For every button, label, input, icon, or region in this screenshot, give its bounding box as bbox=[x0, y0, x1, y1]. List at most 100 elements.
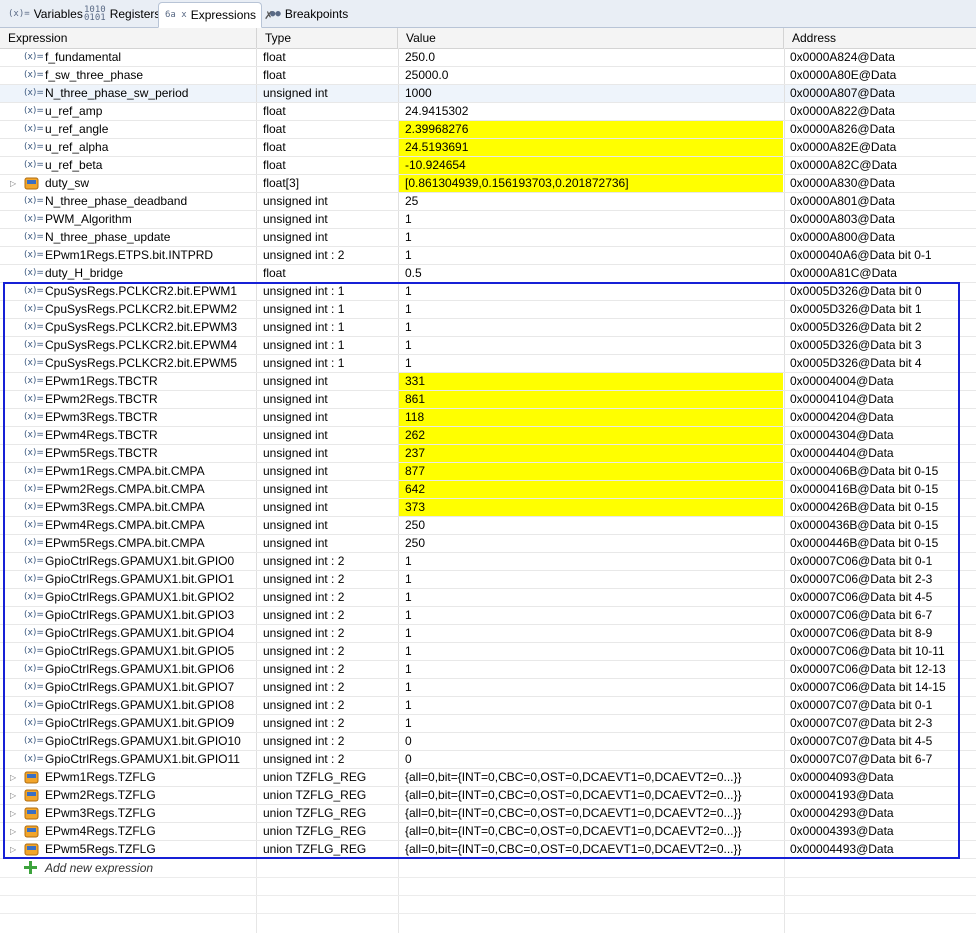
expression-cell[interactable]: (x)= EPwm1Regs.ETPS.bit.INTPRD bbox=[0, 247, 256, 264]
value-cell[interactable]: {all=0,bit={INT=0,CBC=0,OST=0,DCAEVT1=0,… bbox=[398, 769, 784, 786]
table-row[interactable]: (x)= GpioCtrlRegs.GPAMUX1.bit.GPIO6 unsign… bbox=[0, 661, 976, 679]
expression-cell[interactable]: (x)= GpioCtrlRegs.GPAMUX1.bit.GPIO0 bbox=[0, 553, 256, 570]
expand-arrow-icon[interactable]: ▷ bbox=[10, 823, 16, 840]
expression-cell[interactable]: ▷ EPwm5Regs.TZFLG bbox=[0, 841, 256, 858]
expression-cell[interactable]: (x)= u_ref_amp bbox=[0, 103, 256, 120]
expression-cell[interactable]: (x)= GpioCtrlRegs.GPAMUX1.bit.GPIO7 bbox=[0, 679, 256, 696]
column-header-address[interactable]: Address bbox=[784, 28, 976, 48]
expression-cell[interactable]: (x)= CpuSysRegs.PCLKCR2.bit.EPWM1 bbox=[0, 283, 256, 300]
value-cell[interactable]: 0 bbox=[398, 733, 784, 750]
value-cell[interactable]: 1 bbox=[398, 679, 784, 696]
table-row[interactable]: (x)= CpuSysRegs.PCLKCR2.bit.EPWM5 unsigned… bbox=[0, 355, 976, 373]
value-cell[interactable]: 1 bbox=[398, 697, 784, 714]
expression-cell[interactable]: (x)= EPwm4Regs.TBCTR bbox=[0, 427, 256, 444]
value-cell-changed[interactable]: 2.39968276 bbox=[398, 121, 784, 138]
table-row[interactable]: (x)= GpioCtrlRegs.GPAMUX1.bit.GPIO10 unsig… bbox=[0, 733, 976, 751]
expression-cell[interactable]: (x)= CpuSysRegs.PCLKCR2.bit.EPWM4 bbox=[0, 337, 256, 354]
tab-breakpoints[interactable]: ●● Breakpoints bbox=[264, 2, 356, 26]
value-cell[interactable]: 0.5 bbox=[398, 265, 784, 282]
value-cell-changed[interactable]: [0.861304939,0.156193703,0.201872736] bbox=[398, 175, 784, 192]
expression-cell[interactable]: (x)= EPwm1Regs.CMPA.bit.CMPA bbox=[0, 463, 256, 480]
table-row[interactable]: (x)= PWM_Algorithm unsigned int 1 0x0000A803… bbox=[0, 211, 976, 229]
column-header-type[interactable]: Type bbox=[257, 28, 398, 48]
table-row[interactable]: (x)= EPwm3Regs.CMPA.bit.CMPA unsigned int 3… bbox=[0, 499, 976, 517]
value-cell[interactable]: 250.0 bbox=[398, 49, 784, 66]
table-row[interactable]: (x)= EPwm1Regs.CMPA.bit.CMPA unsigned int 8… bbox=[0, 463, 976, 481]
value-cell[interactable]: 1 bbox=[398, 337, 784, 354]
value-cell-changed[interactable]: 262 bbox=[398, 427, 784, 444]
expression-cell[interactable]: (x)= EPwm4Regs.CMPA.bit.CMPA bbox=[0, 517, 256, 534]
value-cell-changed[interactable]: 331 bbox=[398, 373, 784, 390]
value-cell[interactable]: 1 bbox=[398, 715, 784, 732]
table-row[interactable]: (x)= CpuSysRegs.PCLKCR2.bit.EPWM1 unsigned… bbox=[0, 283, 976, 301]
table-row[interactable]: ▷ EPwm3Regs.TZFLG union TZFLG_REG {all=0,bi… bbox=[0, 805, 976, 823]
table-row[interactable]: (x)= N_three_phase_update unsigned int 1 0x0… bbox=[0, 229, 976, 247]
expression-cell[interactable]: (x)= N_three_phase_update bbox=[0, 229, 256, 246]
table-row[interactable]: (x)= GpioCtrlRegs.GPAMUX1.bit.GPIO7 unsign… bbox=[0, 679, 976, 697]
value-cell[interactable]: {all=0,bit={INT=0,CBC=0,OST=0,DCAEVT1=0,… bbox=[398, 805, 784, 822]
expression-cell[interactable]: (x)= u_ref_angle bbox=[0, 121, 256, 138]
expression-cell[interactable]: (x)= GpioCtrlRegs.GPAMUX1.bit.GPIO11 bbox=[0, 751, 256, 768]
expression-cell[interactable]: (x)= GpioCtrlRegs.GPAMUX1.bit.GPIO2 bbox=[0, 589, 256, 606]
value-cell[interactable]: 1 bbox=[398, 589, 784, 606]
table-row[interactable]: ▷ EPwm2Regs.TZFLG union TZFLG_REG {all=0,bi… bbox=[0, 787, 976, 805]
value-cell[interactable]: {all=0,bit={INT=0,CBC=0,OST=0,DCAEVT1=0,… bbox=[398, 841, 784, 858]
table-row[interactable]: (x)= u_ref_beta float -10.924654 0x0000A82C@… bbox=[0, 157, 976, 175]
table-row[interactable]: (x)= GpioCtrlRegs.GPAMUX1.bit.GPIO2 unsign… bbox=[0, 589, 976, 607]
table-row[interactable]: (x)= GpioCtrlRegs.GPAMUX1.bit.GPIO0 unsign… bbox=[0, 553, 976, 571]
expression-cell[interactable]: (x)= GpioCtrlRegs.GPAMUX1.bit.GPIO9 bbox=[0, 715, 256, 732]
value-cell[interactable]: 1 bbox=[398, 355, 784, 372]
table-row[interactable]: (x)= N_three_phase_sw_period unsigned int 1… bbox=[0, 85, 976, 103]
value-cell-changed[interactable]: 118 bbox=[398, 409, 784, 426]
table-row[interactable]: ▷ duty_sw float[3] [0.861304939,0.156193703… bbox=[0, 175, 976, 193]
table-row[interactable]: (x)= EPwm1Regs.ETPS.bit.INTPRD unsigned in… bbox=[0, 247, 976, 265]
expression-cell[interactable]: (x)= u_ref_beta bbox=[0, 157, 256, 174]
expression-cell[interactable]: (x)= N_three_phase_sw_period bbox=[0, 85, 256, 102]
value-cell[interactable]: 1 bbox=[398, 301, 784, 318]
expression-cell[interactable]: (x)= EPwm1Regs.TBCTR bbox=[0, 373, 256, 390]
table-row[interactable]: (x)= GpioCtrlRegs.GPAMUX1.bit.GPIO4 unsign… bbox=[0, 625, 976, 643]
expand-arrow-icon[interactable]: ▷ bbox=[10, 805, 16, 822]
value-cell[interactable]: 1 bbox=[398, 643, 784, 660]
table-row[interactable]: (x)= EPwm2Regs.CMPA.bit.CMPA unsigned int 6… bbox=[0, 481, 976, 499]
expression-cell[interactable]: (x)= f_sw_three_phase bbox=[0, 67, 256, 84]
value-cell[interactable]: 1 bbox=[398, 625, 784, 642]
value-cell[interactable]: 25000.0 bbox=[398, 67, 784, 84]
value-cell-changed[interactable]: 642 bbox=[398, 481, 784, 498]
value-cell[interactable]: 1 bbox=[398, 319, 784, 336]
value-cell-changed[interactable]: 861 bbox=[398, 391, 784, 408]
value-cell[interactable]: 1 bbox=[398, 553, 784, 570]
expression-cell[interactable]: (x)= CpuSysRegs.PCLKCR2.bit.EPWM2 bbox=[0, 301, 256, 318]
table-row[interactable]: ▷ EPwm5Regs.TZFLG union TZFLG_REG {all=0,bi… bbox=[0, 841, 976, 859]
expand-arrow-icon[interactable]: ▷ bbox=[10, 841, 16, 858]
value-cell-changed[interactable]: 237 bbox=[398, 445, 784, 462]
table-row[interactable]: (x)= EPwm1Regs.TBCTR unsigned int 331 0x0000… bbox=[0, 373, 976, 391]
tab-expressions[interactable]: 6a x Expressions ✗ bbox=[158, 2, 273, 28]
value-cell[interactable]: 25 bbox=[398, 193, 784, 210]
expression-cell[interactable]: ▷ EPwm1Regs.TZFLG bbox=[0, 769, 256, 786]
expression-cell[interactable]: ▷ duty_sw bbox=[0, 175, 256, 192]
table-row[interactable]: ▷ EPwm4Regs.TZFLG union TZFLG_REG {all=0,bi… bbox=[0, 823, 976, 841]
tab-variables[interactable]: (x)= Variables bbox=[2, 2, 83, 26]
table-row[interactable]: (x)= f_fundamental float 250.0 0x0000A824@Da… bbox=[0, 49, 976, 67]
table-row[interactable]: (x)= EPwm4Regs.CMPA.bit.CMPA unsigned int 2… bbox=[0, 517, 976, 535]
expression-cell[interactable]: (x)= GpioCtrlRegs.GPAMUX1.bit.GPIO1 bbox=[0, 571, 256, 588]
table-row[interactable]: (x)= CpuSysRegs.PCLKCR2.bit.EPWM3 unsigned… bbox=[0, 319, 976, 337]
table-row[interactable]: (x)= GpioCtrlRegs.GPAMUX1.bit.GPIO1 unsign… bbox=[0, 571, 976, 589]
expression-cell[interactable]: (x)= GpioCtrlRegs.GPAMUX1.bit.GPIO4 bbox=[0, 625, 256, 642]
table-row[interactable]: (x)= duty_H_bridge float 0.5 0x0000A81C@Data bbox=[0, 265, 976, 283]
value-cell[interactable]: 1 bbox=[398, 661, 784, 678]
table-row[interactable]: (x)= GpioCtrlRegs.GPAMUX1.bit.GPIO3 unsign… bbox=[0, 607, 976, 625]
value-cell[interactable]: 250 bbox=[398, 517, 784, 534]
value-cell[interactable]: 1 bbox=[398, 607, 784, 624]
expression-cell[interactable]: (x)= CpuSysRegs.PCLKCR2.bit.EPWM5 bbox=[0, 355, 256, 372]
table-row[interactable]: (x)= u_ref_amp float 24.9415302 0x0000A822@D… bbox=[0, 103, 976, 121]
expression-cell[interactable]: (x)= EPwm2Regs.CMPA.bit.CMPA bbox=[0, 481, 256, 498]
expression-cell[interactable]: (x)= u_ref_alpha bbox=[0, 139, 256, 156]
table-row[interactable]: (x)= EPwm3Regs.TBCTR unsigned int 118 0x0000… bbox=[0, 409, 976, 427]
value-cell[interactable]: {all=0,bit={INT=0,CBC=0,OST=0,DCAEVT1=0,… bbox=[398, 823, 784, 840]
table-row[interactable]: (x)= EPwm4Regs.TBCTR unsigned int 262 0x0000… bbox=[0, 427, 976, 445]
add-new-expression-row[interactable]: Add new expression bbox=[0, 859, 976, 877]
expression-cell[interactable]: (x)= GpioCtrlRegs.GPAMUX1.bit.GPIO3 bbox=[0, 607, 256, 624]
value-cell-changed[interactable]: 373 bbox=[398, 499, 784, 516]
